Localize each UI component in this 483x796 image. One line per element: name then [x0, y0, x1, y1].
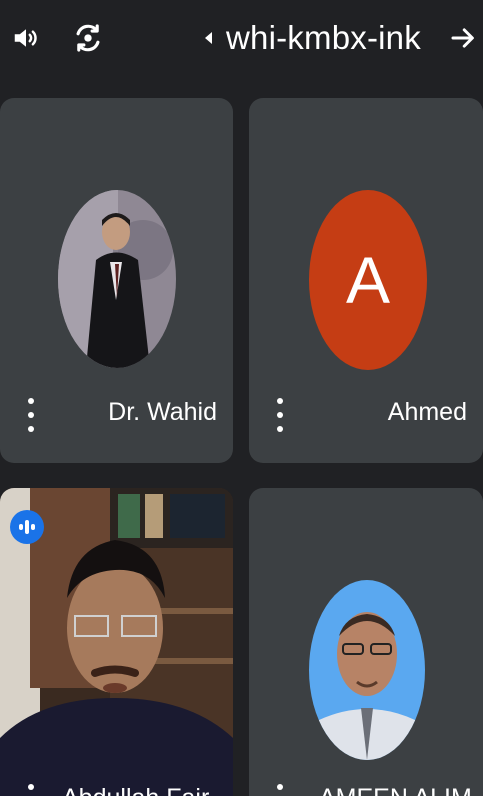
- arrow-right-icon[interactable]: [445, 18, 481, 58]
- participant-name: AMEEN ALIM...: [319, 784, 483, 796]
- caret-left-icon: [205, 32, 212, 44]
- meeting-code: whi-kmbx-ink: [226, 19, 421, 56]
- avatar: [58, 190, 176, 368]
- speaker-icon[interactable]: [8, 18, 44, 58]
- meeting-code-button[interactable]: whi-kmbx-ink: [205, 14, 421, 62]
- participant-name: Ahmed: [387, 398, 467, 426]
- top-bar: whi-kmbx-ink: [0, 0, 483, 80]
- avatar-initial: A: [345, 243, 391, 317]
- avatar: [309, 580, 425, 760]
- participant-tile[interactable]: A Ahmed: [249, 98, 483, 463]
- speaking-indicator-icon: [10, 510, 44, 544]
- avatar: A: [309, 190, 427, 370]
- participant-tile[interactable]: Dr. Wahid: [0, 98, 233, 463]
- participant-name: Abdullah Fair...: [62, 784, 229, 796]
- more-options-icon[interactable]: [26, 784, 36, 796]
- participant-name: Dr. Wahid: [108, 398, 217, 426]
- participant-tile[interactable]: AMEEN ALIM...: [249, 488, 483, 796]
- more-options-icon[interactable]: [275, 398, 285, 432]
- more-options-icon[interactable]: [275, 784, 285, 796]
- switch-camera-icon[interactable]: [70, 18, 106, 58]
- more-options-icon[interactable]: [26, 398, 36, 432]
